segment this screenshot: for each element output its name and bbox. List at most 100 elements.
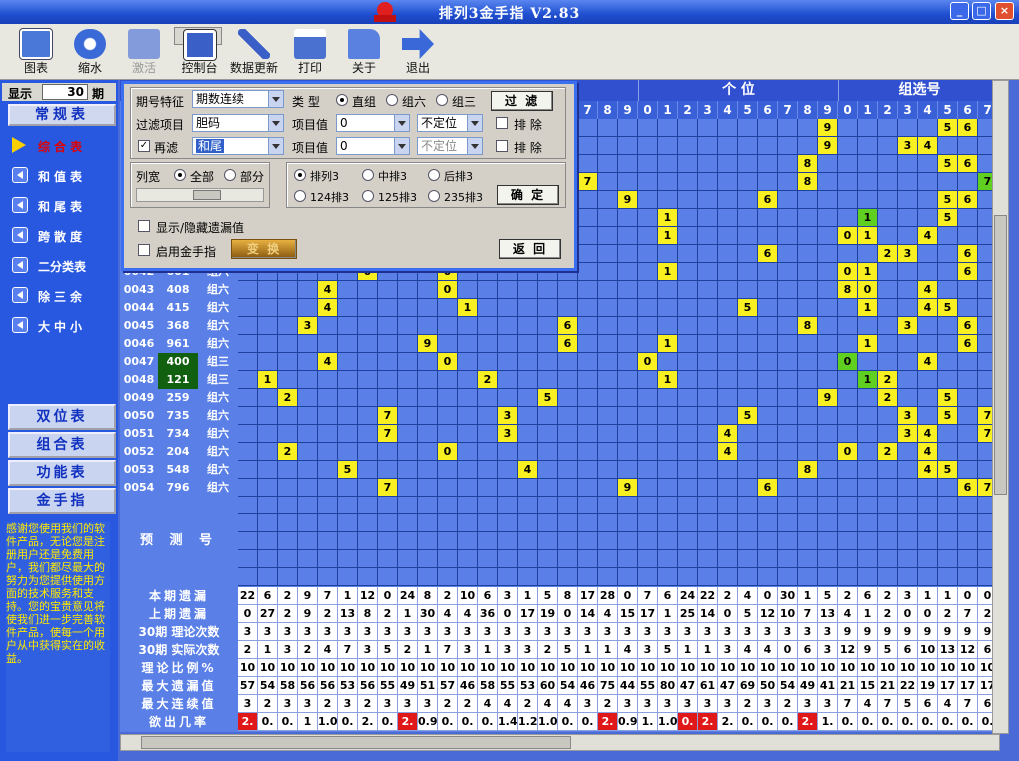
sidebar-item-mod3[interactable]: 除三余 xyxy=(6,284,116,308)
column-width-slider[interactable] xyxy=(136,188,264,202)
refilter-checkbox[interactable]: ✓ xyxy=(138,140,150,152)
draw-number: 735 xyxy=(166,409,190,422)
grid-cell xyxy=(538,299,558,317)
item-value-select-2[interactable]: 0 xyxy=(336,137,410,155)
close-button[interactable]: × xyxy=(995,2,1014,20)
header-digit[interactable]: 0 xyxy=(838,101,858,119)
sidebar-item-composite[interactable]: 综合表 xyxy=(6,134,116,158)
header-digit[interactable]: 8 xyxy=(598,101,618,119)
header-digit[interactable]: 9 xyxy=(618,101,638,119)
header-digit[interactable]: 2 xyxy=(878,101,898,119)
grid-cell xyxy=(518,299,538,317)
sidebar-item-sum-tail[interactable]: 和尾表 xyxy=(6,194,116,218)
position-select-1[interactable]: 不定位 xyxy=(417,114,483,132)
exclude-checkbox-1[interactable] xyxy=(496,117,508,129)
confirm-button[interactable]: 确 定 xyxy=(497,185,559,205)
toolbar-print-button[interactable]: 打印 xyxy=(286,27,334,77)
stats-value: 41 xyxy=(818,677,838,695)
section-regular-tables[interactable]: 常规表 xyxy=(8,104,116,126)
vertical-scrollbar[interactable] xyxy=(992,80,1009,734)
header-digit[interactable]: 3 xyxy=(898,101,918,119)
grid-cell xyxy=(738,209,758,227)
header-digit[interactable]: 7 xyxy=(778,101,798,119)
position-select-2[interactable]: 不定位 xyxy=(417,137,483,155)
grid-cell: 5 xyxy=(338,461,358,479)
header-digit[interactable]: 1 xyxy=(658,101,678,119)
arrangement-124-radio[interactable] xyxy=(294,190,306,202)
header-digit[interactable]: 8 xyxy=(798,101,818,119)
sidebar-item-span[interactable]: 跨散度 xyxy=(6,224,116,248)
header-digit[interactable]: 4 xyxy=(718,101,738,119)
arrangement-125-radio[interactable] xyxy=(362,190,374,202)
grid-cell: 3 xyxy=(898,317,918,335)
vertical-scroll-thumb[interactable] xyxy=(994,215,1007,495)
arrangement-235-radio[interactable] xyxy=(428,190,440,202)
sidebar-item-binary[interactable]: 二分类表 xyxy=(6,254,116,278)
toolbar-update-button[interactable]: 数据更新 xyxy=(228,27,280,77)
stats-value: 19 xyxy=(918,677,938,695)
arrangement-mid-radio[interactable] xyxy=(362,169,374,181)
predict-cell xyxy=(658,568,678,586)
grid-cell xyxy=(398,389,418,407)
stats-value: 1 xyxy=(918,587,938,605)
stats-value: 2 xyxy=(238,641,258,659)
grid-cell: 3 xyxy=(898,407,918,425)
type-six-radio[interactable] xyxy=(386,94,398,106)
combination-button[interactable]: 组合表 xyxy=(8,432,116,458)
header-digit[interactable]: 6 xyxy=(758,101,778,119)
grid-cell xyxy=(578,227,598,245)
slider-thumb[interactable] xyxy=(193,190,221,200)
type-direct-radio[interactable] xyxy=(336,94,348,106)
item-value-select-1[interactable]: 0 xyxy=(336,114,410,132)
arrangement-back-radio[interactable] xyxy=(428,169,440,181)
filter-button[interactable]: 过 滤 xyxy=(491,91,553,111)
function-button[interactable]: 功能表 xyxy=(8,460,116,486)
grid-cell xyxy=(338,407,358,425)
header-digit[interactable]: 4 xyxy=(918,101,938,119)
grid-cell: 7 xyxy=(378,425,398,443)
grid-cell: 6 xyxy=(958,191,978,209)
period-feature-select[interactable]: 期数连续 xyxy=(192,90,284,108)
header-digit[interactable]: 5 xyxy=(938,101,958,119)
exclude-checkbox-2[interactable] xyxy=(496,140,508,152)
header-digit[interactable]: 7 xyxy=(578,101,598,119)
golden-finger-button[interactable]: 金手指 xyxy=(8,488,116,514)
arrangement-pl3-radio[interactable] xyxy=(294,169,306,181)
refilter-select[interactable]: 和尾 xyxy=(192,137,284,155)
header-digit[interactable]: 3 xyxy=(698,101,718,119)
stats-value: 4 xyxy=(538,695,558,713)
horizontal-scrollbar[interactable] xyxy=(120,734,1000,751)
grid-cell xyxy=(898,191,918,209)
toolbar-console-button[interactable]: 控制台 xyxy=(174,27,222,75)
header-digit[interactable]: 0 xyxy=(638,101,658,119)
show-periods-input[interactable]: 30 xyxy=(42,84,88,100)
header-digit[interactable]: 2 xyxy=(678,101,698,119)
sidebar-item-size[interactable]: 大中小 xyxy=(6,314,116,338)
toolbar-activate-button[interactable]: 激活 xyxy=(120,27,168,77)
sidebar-item-sum[interactable]: 和值表 xyxy=(6,164,116,188)
enable-golden-finger-checkbox[interactable] xyxy=(138,244,150,256)
header-digit[interactable]: 1 xyxy=(858,101,878,119)
column-part-radio[interactable] xyxy=(224,169,236,181)
header-digit[interactable]: 5 xyxy=(738,101,758,119)
back-button[interactable]: 返 回 xyxy=(499,239,561,259)
filter-item-select[interactable]: 胆码 xyxy=(192,114,284,132)
grid-cell xyxy=(458,389,478,407)
horizontal-scroll-thumb[interactable] xyxy=(141,736,571,749)
header-digit[interactable]: 6 xyxy=(958,101,978,119)
header-digit[interactable]: 9 xyxy=(818,101,838,119)
show-hide-missing-checkbox[interactable] xyxy=(138,220,150,232)
predict-cell xyxy=(278,550,298,568)
maximize-button[interactable]: □ xyxy=(972,2,991,20)
toolbar-about-button[interactable]: 关于 xyxy=(340,27,388,77)
stats-value: 1 xyxy=(338,587,358,605)
type-three-radio[interactable] xyxy=(436,94,448,106)
change-button[interactable]: 变 换 xyxy=(231,239,297,259)
chevron-down-icon xyxy=(467,115,482,131)
minimize-button[interactable]: _ xyxy=(950,2,969,20)
double-position-button[interactable]: 双位表 xyxy=(8,404,116,430)
toolbar-chart-button[interactable]: 图表 xyxy=(12,27,60,77)
toolbar-exit-button[interactable]: 退出 xyxy=(394,27,442,77)
toolbar-shrink-button[interactable]: 缩水 xyxy=(66,27,114,77)
column-all-radio[interactable] xyxy=(174,169,186,181)
